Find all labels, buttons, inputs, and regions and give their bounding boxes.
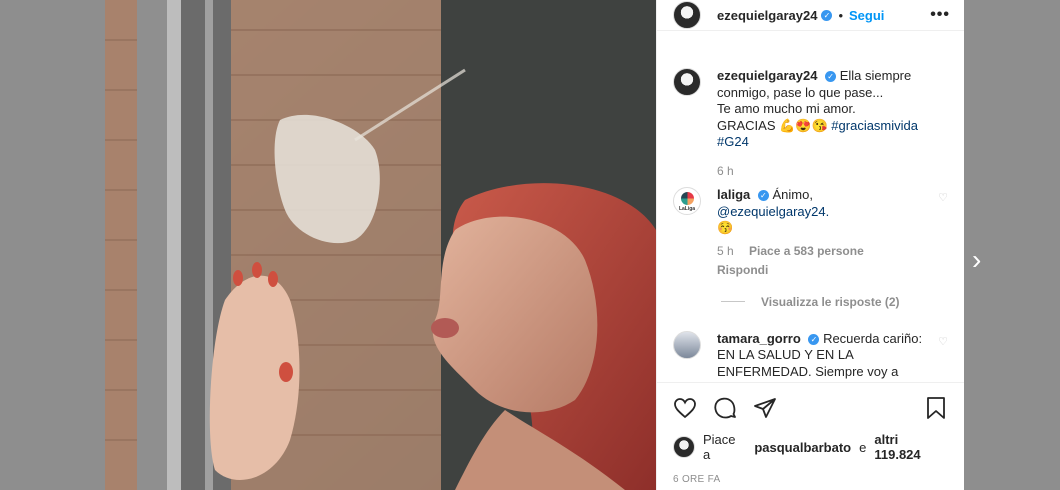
comment-time: 5 h [717, 243, 734, 258]
comment-likes[interactable]: Piace a 583 persone [749, 244, 864, 258]
post-actions: Piace a pasqualbarbato e altri 119.824 6… [657, 382, 964, 485]
likes-summary: Piace a pasqualbarbato e altri 119.824 [673, 432, 948, 462]
caption: ezequielgaray24 ✓ Ella siempre conmigo, … [673, 68, 948, 179]
comment-text: Ánimo, [772, 187, 813, 202]
photo-illustration [105, 0, 656, 490]
comments-list[interactable]: ezequielgaray24 ✓ Ella siempre conmigo, … [657, 54, 964, 382]
post-timestamp: 6 ORE FA [673, 474, 721, 485]
caption-time: 6 h [717, 163, 734, 178]
comment-icon[interactable] [713, 396, 737, 420]
comment-emoji: 😚 [717, 220, 734, 235]
verified-badge-icon: ✓ [757, 190, 769, 201]
laliga-avatar[interactable]: LaLiga [673, 187, 701, 215]
caption-line3: GRACIAS 💪😍😘 [717, 117, 832, 133]
comment-username[interactable]: tamara_gorro [717, 331, 801, 346]
share-icon[interactable] [753, 396, 777, 420]
like-comment-heart-icon[interactable]: ♡ [938, 335, 948, 348]
comment-username[interactable]: laliga [717, 187, 750, 202]
reply-button[interactable]: Rispondi [717, 262, 928, 279]
tamara-avatar[interactable] [673, 330, 701, 359]
heart-icon[interactable] [673, 396, 697, 420]
action-icons [673, 391, 948, 425]
liker-avatar[interactable] [673, 436, 695, 458]
verified-badge-icon: ✓ [808, 333, 820, 345]
liker-username[interactable]: pasqualbarbato [754, 440, 851, 455]
view-replies-button[interactable]: Visualizza le risposte (2) [721, 295, 948, 309]
likes-count[interactable]: altri 119.824 [874, 432, 948, 462]
bookmark-icon[interactable] [924, 396, 948, 420]
next-arrow-icon[interactable]: › [972, 244, 981, 276]
replies-line [721, 301, 745, 302]
mention-link[interactable]: @ezequielgaray24. [717, 204, 829, 219]
author-avatar[interactable] [673, 1, 701, 29]
caption-avatar[interactable] [673, 68, 701, 96]
follow-button[interactable]: Segui [849, 8, 884, 23]
post-header: ezequielgaray24 ✓ • Segui ••• [657, 0, 964, 31]
post-photo[interactable] [105, 0, 656, 490]
post-side-panel: ezequielgaray24 ✓ • Segui ••• ezequielga… [656, 0, 964, 490]
verified-badge-icon: ✓ [825, 71, 837, 82]
comment-item: tamara_gorro ✓ Recuerda cariño: EN LA SA… [673, 330, 948, 382]
separator-dot: • [838, 7, 844, 23]
comment-item: LaLiga laliga ✓ Ánimo, @ezequielgaray24.… [673, 187, 948, 279]
like-comment-heart-icon[interactable]: ♡ [938, 191, 948, 204]
caption-username[interactable]: ezequielgaray24 [717, 68, 817, 83]
hashtag-link[interactable]: #G24 [717, 134, 948, 151]
verified-badge-icon: ✓ [821, 9, 833, 21]
author-username[interactable]: ezequielgaray24 [717, 8, 817, 23]
more-options-icon[interactable]: ••• [930, 6, 950, 24]
hashtag-link[interactable]: #graciasmivida [831, 118, 918, 133]
caption-line2: Te amo mucho mi amor. [717, 101, 856, 116]
